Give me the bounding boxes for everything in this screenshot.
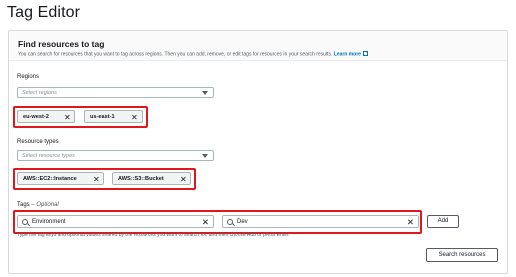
caret-down-icon [202,91,208,95]
learn-more-link[interactable]: Learn more [334,52,361,58]
tag-value-input[interactable]: Dev ✕ [222,215,419,228]
external-link-icon [362,51,368,56]
remove-token-icon[interactable]: ✕ [64,113,71,122]
regions-placeholder: Select regions [22,89,57,96]
tag-value-value: Dev [237,218,248,225]
resource-types-select[interactable]: Select resource types [17,150,214,161]
tags-optional-text: Optional [36,202,59,208]
resource-types-label: Resource types [17,139,59,145]
remove-token-icon[interactable]: ✕ [180,175,187,184]
search-icon [22,218,28,225]
tag-key-input[interactable]: Environment ✕ [17,215,214,228]
page-title: Tag Editor [7,4,81,21]
regions-label: Regions [17,74,40,80]
tags-label: Tags – Optional [17,202,59,208]
remove-token-icon[interactable]: ✕ [93,175,100,184]
tags-label-text: Tags [17,202,30,208]
resource-types-placeholder: Select resource types [22,152,75,159]
search-icon [227,218,233,225]
clear-icon[interactable]: ✕ [407,217,414,227]
add-tag-button[interactable]: Add [427,215,459,228]
remove-token-icon[interactable]: ✕ [131,113,138,122]
panel-header: Find resources to tag You can search for… [9,31,507,61]
region-token-label: eu-west-2 [23,113,49,120]
region-token-us-east-1: us-east-1 ✕ [84,110,143,123]
region-token-eu-west-2: eu-west-2 ✕ [17,110,75,123]
tags-hint: Type the tag keys and optional values sh… [17,232,290,238]
panel-title: Find resources to tag [18,39,105,49]
region-token-label: us-east-1 [90,113,115,120]
resource-type-token-label: AWS::EC2::Instance [23,175,77,182]
resource-type-token-s3: AWS::S3::Bucket ✕ [112,172,191,185]
panel-description-text: You can search for resources that you wa… [18,51,333,58]
caret-down-icon [202,154,208,158]
tag-key-value: Environment [32,218,66,225]
clear-icon[interactable]: ✕ [202,217,209,227]
resource-type-token-ec2: AWS::EC2::Instance ✕ [17,172,104,185]
resource-type-token-label: AWS::S3::Bucket [118,175,164,182]
search-resources-button[interactable]: Search resources [426,248,498,262]
regions-select[interactable]: Select regions [17,87,214,98]
panel-description: You can search for resources that you wa… [18,51,368,58]
